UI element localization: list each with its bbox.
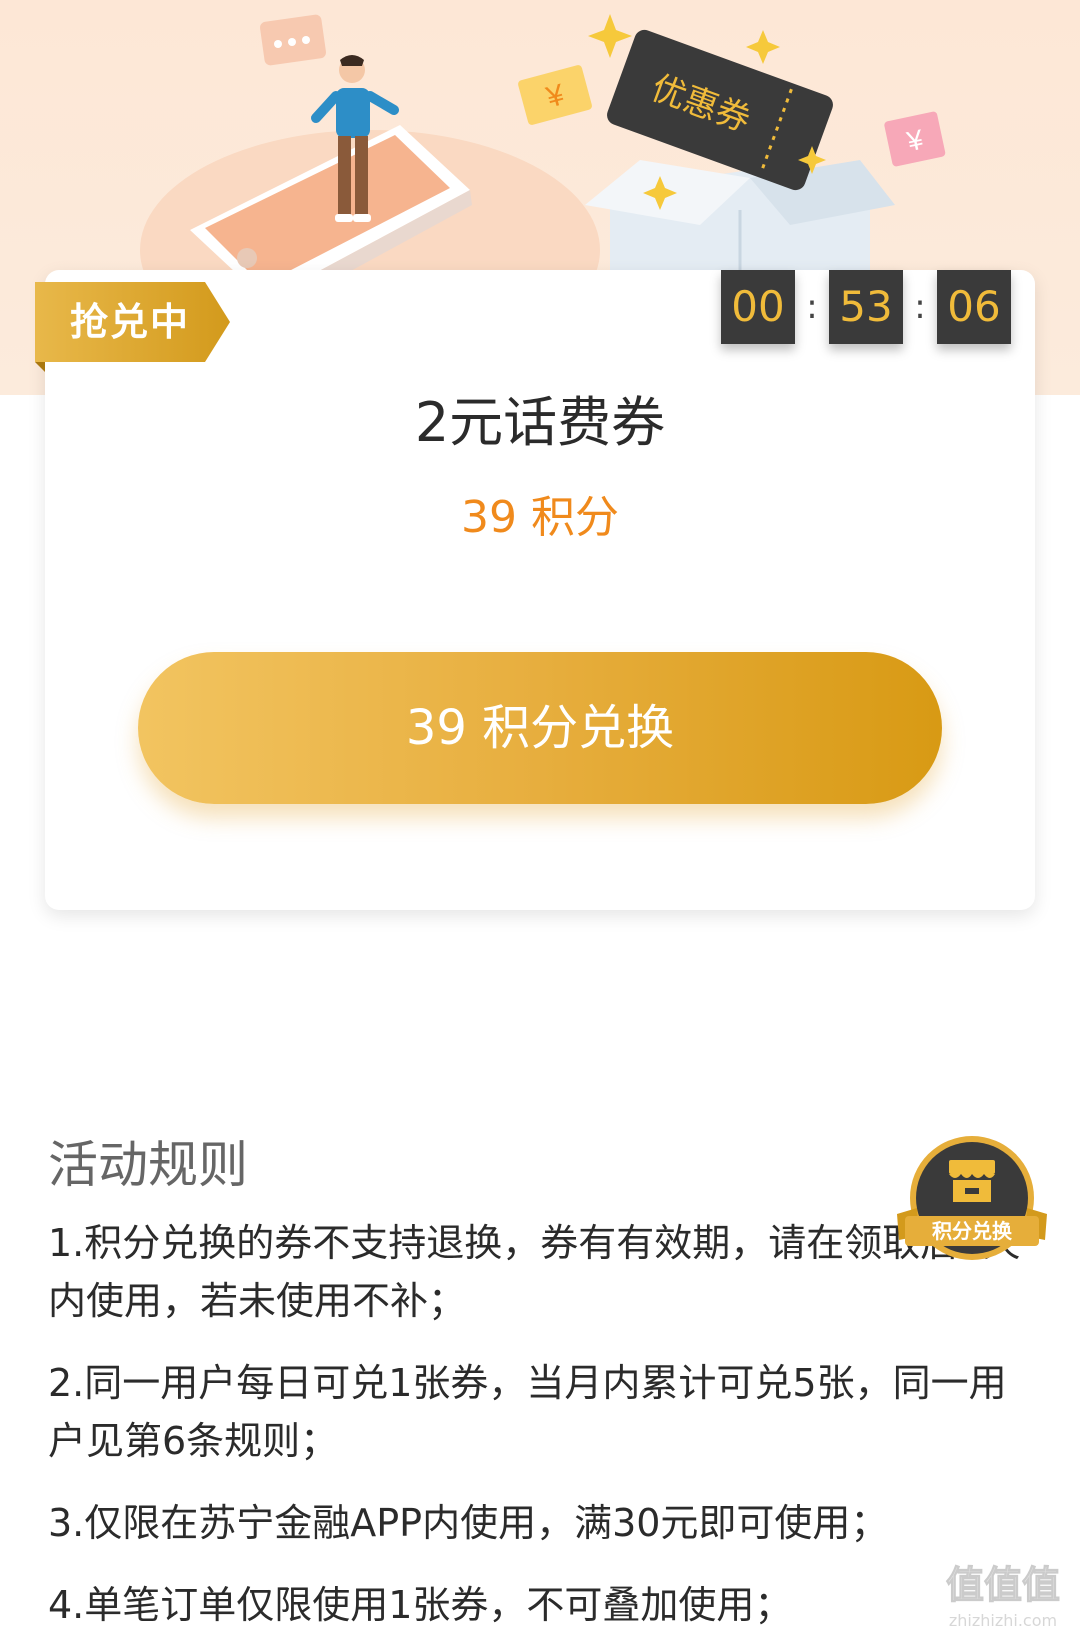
rule-item: 4.单笔订单仅限使用1张券，不可叠加使用； (48, 1583, 793, 1627)
countdown-minutes: 53 (829, 270, 903, 344)
coupon-card: 抢兑中 00 : 53 : 06 2元话费券 39 积分 39 积分兑换 (35, 268, 1035, 910)
status-ribbon: 抢兑中 (35, 282, 235, 372)
yen-note-pink-icon: ¥ (884, 111, 946, 167)
coupon-price: 39 积分 (461, 492, 619, 543)
countdown-separator: : (806, 287, 818, 327)
coupon-title: 2元话费券 (414, 391, 666, 454)
floating-exchange-button[interactable]: 积分兑换 (897, 1132, 1047, 1272)
chat-bubble-icon (260, 14, 326, 66)
watermark: 值值值 zhizhizhi.com (928, 1560, 1078, 1650)
floating-button-label: 积分兑换 (932, 1219, 1012, 1243)
rule-item: 3.仅限在苏宁金融APP内使用，满30元即可使用； (48, 1501, 889, 1545)
countdown-seconds: 06 (937, 270, 1011, 344)
yen-note-icon: ¥ (518, 65, 592, 125)
rule-item: 2.同一用户每日可兑1张券，当月内累计可兑5张，同一用户见第6条规则； (48, 1361, 1007, 1463)
store-icon (949, 1160, 995, 1202)
watermark-logo: 值值值 (945, 1563, 1060, 1608)
countdown-hours: 00 (721, 270, 795, 344)
floating-button-shape (897, 1136, 1047, 1260)
watermark-url: zhizhizhi.com (948, 1611, 1058, 1630)
exchange-button[interactable]: 39 积分兑换 (138, 652, 942, 804)
status-ribbon-label: 抢兑中 (69, 300, 190, 344)
gift-box-illustration (585, 160, 895, 270)
countdown-separator: : (914, 287, 926, 327)
countdown-timer: 00 : 53 : 06 (721, 268, 1011, 346)
rule-item: 1.积分兑换的券不支持退换，券有有效期，请在领取后3天内使用，若未使用不补； (48, 1221, 1021, 1323)
page: ¥ ¥ 优惠券 抢兑中 00: 53: 06 2元话费券 39 积分 39 … (0, 0, 1080, 1650)
activity-rules: 活动规则 1.积分兑换的券不支持退换，券有有效期，请在领取后3天内使用，若未使用… (48, 1130, 1038, 1650)
rules-title: 活动规则 (48, 1136, 248, 1194)
